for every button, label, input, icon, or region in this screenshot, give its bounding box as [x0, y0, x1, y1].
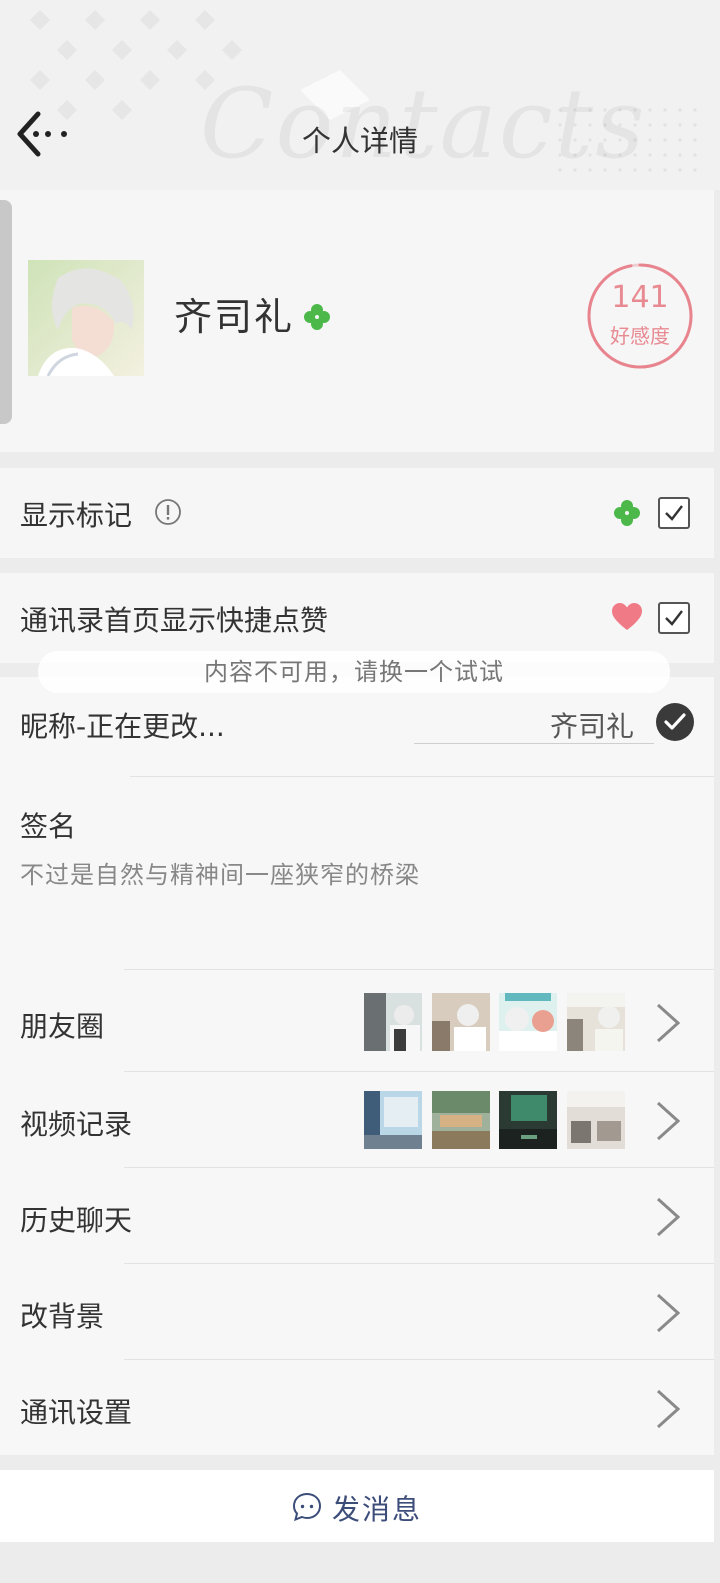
details-panel: 昵称-正在更改... 齐司礼 签名 不过是自然与精神间一座狭窄的桥梁 朋友圈 视… — [0, 677, 714, 1455]
menu-item-moments[interactable]: 朋友圈 — [0, 973, 714, 1069]
menu-item-label: 朋友圈 — [20, 1010, 105, 1043]
nickname-underline — [414, 743, 654, 744]
show-mark-row: 显示标记 — [0, 468, 714, 558]
quick-like-checkbox[interactable] — [658, 602, 690, 634]
toast-message: 内容不可用，请换一个试试 — [38, 651, 670, 693]
menu-item-label: 历史聊天 — [20, 1204, 133, 1237]
checkmark-icon — [664, 713, 686, 730]
affinity-label: 好感度 — [610, 324, 670, 348]
checkmark-icon — [665, 610, 683, 626]
video-thumbnail — [432, 1091, 490, 1149]
info-icon[interactable] — [154, 498, 182, 526]
menu-item-label: 改背景 — [20, 1300, 105, 1333]
send-message-label: 发消息 — [332, 1493, 423, 1526]
send-message-button[interactable]: 发消息 — [0, 1470, 714, 1542]
menu-item-change-background[interactable]: 改背景 — [0, 1263, 714, 1359]
affinity-meter: 141 好感度 — [586, 262, 694, 370]
side-drawer-handle[interactable] — [0, 200, 12, 424]
checkmark-icon — [665, 505, 683, 521]
nickname-input[interactable]: 齐司礼 — [550, 705, 634, 745]
show-mark-checkbox[interactable] — [658, 497, 690, 529]
chat-bubble-icon — [292, 1492, 322, 1522]
signature-label: 签名 — [20, 810, 77, 843]
divider — [130, 776, 714, 777]
divider — [124, 969, 714, 970]
heart-icon — [612, 603, 642, 630]
video-thumbnail — [567, 1091, 625, 1149]
contact-name: 齐司礼 — [174, 295, 295, 339]
nickname-label: 昵称-正在更改... — [20, 710, 225, 743]
page-title: 个人详情 — [301, 124, 418, 158]
video-thumbnail — [499, 1091, 557, 1149]
moment-thumbnail — [364, 993, 422, 1051]
moment-thumbnail — [567, 993, 625, 1051]
menu-item-contact-settings[interactable]: 通讯设置 — [0, 1359, 714, 1455]
chevron-right-icon — [656, 1101, 681, 1141]
menu-item-chat-history[interactable]: 历史聊天 — [0, 1167, 714, 1263]
chevron-right-icon — [656, 1003, 681, 1043]
menu-item-label: 视频记录 — [20, 1108, 133, 1141]
chevron-right-icon — [656, 1197, 681, 1237]
moment-thumbnail — [499, 993, 557, 1051]
affinity-ring — [587, 263, 693, 369]
signature-text: 不过是自然与精神间一座狭窄的桥梁 — [20, 861, 420, 889]
affinity-value: 141 — [611, 280, 669, 315]
chevron-right-icon — [656, 1389, 681, 1429]
header: Contacts 个人详情 — [0, 0, 720, 190]
confirm-nickname-button[interactable] — [656, 703, 694, 741]
chevron-right-icon — [656, 1293, 681, 1333]
video-thumbnail — [364, 1091, 422, 1149]
menu-item-video-records[interactable]: 视频记录 — [0, 1071, 714, 1167]
quick-like-row: 通讯录首页显示快捷点赞 — [0, 573, 714, 663]
clover-icon — [614, 500, 640, 526]
clover-icon — [304, 304, 330, 330]
profile-card: 齐司礼 141 好感度 — [0, 190, 714, 452]
moment-thumbnail — [432, 993, 490, 1051]
show-mark-label: 显示标记 — [20, 499, 133, 532]
quick-like-label: 通讯录首页显示快捷点赞 — [20, 604, 329, 637]
avatar[interactable] — [28, 260, 144, 376]
menu-item-label: 通讯设置 — [20, 1396, 133, 1429]
